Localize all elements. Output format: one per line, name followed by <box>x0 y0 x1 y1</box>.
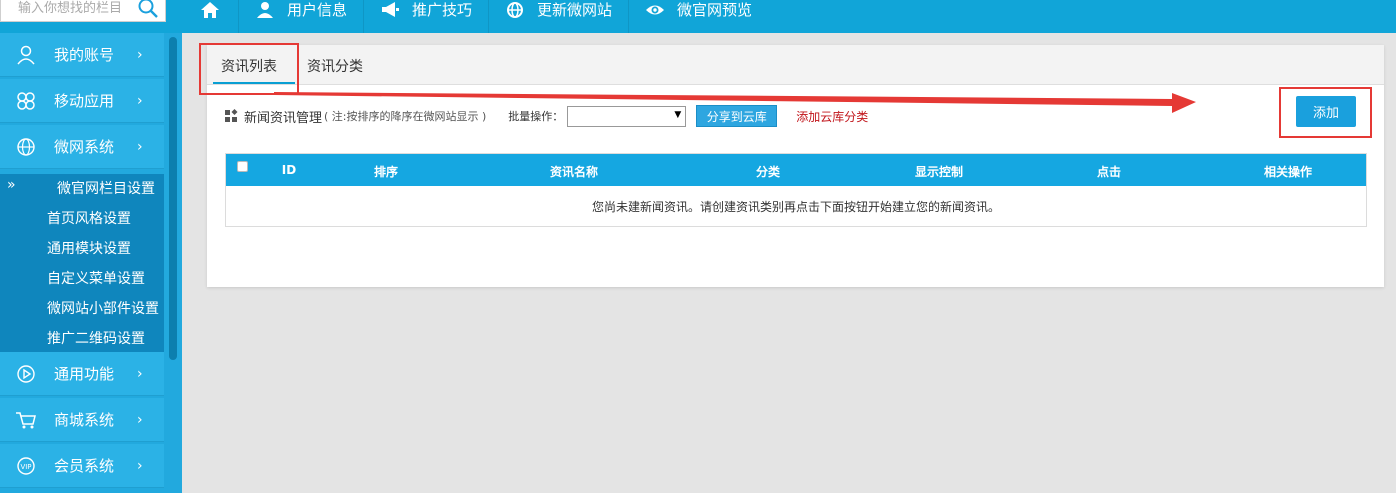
sidebar-item-label: 移动应用 <box>54 92 115 110</box>
sidebar-item-common-functions[interactable]: 通用功能 › <box>0 352 164 396</box>
submenu-item-custom-menu[interactable]: 自定义菜单设置 <box>47 268 145 288</box>
sidebar-submenu: » 微官网栏目设置 首页风格设置 通用模块设置 自定义菜单设置 微网站小部件设置… <box>0 174 164 352</box>
chevron-right-icon: › <box>137 411 143 428</box>
add-cloud-category-link[interactable]: 添加云库分类 <box>796 108 868 125</box>
globe-icon <box>507 1 524 18</box>
section-note: ( 注:按排序的降序在微网站显示 ) <box>324 110 487 123</box>
sidebar-item-label: 会员系统 <box>54 457 115 475</box>
news-table: ID 排序 资讯名称 分类 显示控制 点击 相关操作 您尚未建新闻资讯。请创建资… <box>225 153 1367 227</box>
nav-site-preview[interactable]: 微官网预览 <box>628 0 768 33</box>
column-header-order: 排序 <box>373 165 399 179</box>
empty-message: 您尚未建新闻资讯。请创建资讯类别再点击下面按钮开始建立您的新闻资讯。 <box>591 199 1000 214</box>
double-chevron-icon: » <box>7 177 16 193</box>
chevron-right-icon: › <box>137 365 143 382</box>
top-nav: 用户信息 推广技巧 更新微网站 微官网预览 <box>182 0 768 33</box>
grid-icon <box>225 109 238 122</box>
sidebar-item-label: 微网系统 <box>54 138 115 156</box>
sidebar-item-my-account[interactable]: 我的账号 › <box>0 33 164 77</box>
nav-update-site[interactable]: 更新微网站 <box>488 0 628 33</box>
sidebar-item-shop[interactable]: 商城系统 › <box>0 398 164 442</box>
sidebar-scrollbar[interactable] <box>169 37 177 360</box>
content-panel: 资讯列表 资讯分类 新闻资讯管理 ( 注:按排序的降序在微网站显示 ) 批量操作… <box>207 45 1384 287</box>
nav-label: 微官网预览 <box>677 1 753 19</box>
nav-label: 推广技巧 <box>412 1 473 19</box>
submenu-item-common-modules[interactable]: 通用模块设置 <box>47 238 131 258</box>
apps-icon <box>17 92 35 110</box>
search-icon[interactable] <box>137 0 159 19</box>
nav-home[interactable] <box>182 0 238 33</box>
home-icon <box>201 1 219 18</box>
table-header: ID 排序 资讯名称 分类 显示控制 点击 相关操作 <box>226 154 1366 186</box>
user-icon <box>257 1 273 18</box>
toolbar: 新闻资讯管理 ( 注:按排序的降序在微网站显示 ) 批量操作： 分享到云库 添加… <box>225 105 868 127</box>
play-circle-icon <box>17 365 35 383</box>
column-header-category: 分类 <box>755 165 781 179</box>
chevron-right-icon: › <box>137 138 143 155</box>
user-outline-icon <box>17 45 35 65</box>
submenu-item-qr-code[interactable]: 推广二维码设置 <box>47 328 145 348</box>
section-title: 新闻资讯管理 <box>244 110 323 126</box>
batch-label: 批量操作： <box>508 110 564 123</box>
svg-text:VIP: VIP <box>20 463 31 471</box>
tab-news-category[interactable]: 资讯分类 <box>307 56 363 76</box>
megaphone-icon <box>382 1 400 17</box>
sidebar: 我的账号 › 移动应用 › 微网系统 › » 微官网栏目设置 首页风格设置 通用… <box>0 33 182 493</box>
top-bar: 用户信息 推广技巧 更新微网站 微官网预览 <box>0 0 1396 33</box>
cart-icon <box>16 412 36 429</box>
chevron-right-icon: › <box>137 46 143 63</box>
submenu-item-column-settings[interactable]: 微官网栏目设置 <box>57 178 155 198</box>
column-header-clicks: 点击 <box>1096 165 1122 179</box>
column-header-actions: 相关操作 <box>1263 165 1313 179</box>
chevron-right-icon: › <box>137 92 143 109</box>
eye-icon <box>646 5 665 14</box>
column-header-display: 显示控制 <box>914 165 964 179</box>
column-header-id: ID <box>281 163 297 177</box>
sidebar-item-label: 商城系统 <box>54 411 115 429</box>
batch-select[interactable] <box>567 105 687 127</box>
column-header-name: 资讯名称 <box>549 165 599 179</box>
tab-bar: 资讯列表 资讯分类 <box>207 45 1384 85</box>
select-all-checkbox[interactable] <box>237 161 248 172</box>
sidebar-item-label: 通用功能 <box>54 365 115 383</box>
vip-icon: VIP <box>17 457 35 475</box>
search-input[interactable] <box>1 0 131 21</box>
annotation-box-tab <box>199 43 299 95</box>
sidebar-item-membership[interactable]: VIP 会员系统 › <box>0 444 164 488</box>
nav-promo-tips[interactable]: 推广技巧 <box>363 0 488 33</box>
annotation-box-add <box>1279 87 1372 138</box>
chevron-right-icon: › <box>137 457 143 474</box>
search-box <box>0 0 166 22</box>
nav-user-info[interactable]: 用户信息 <box>238 0 363 33</box>
nav-label: 更新微网站 <box>537 1 613 19</box>
globe-outline-icon <box>17 138 35 156</box>
share-to-cloud-button[interactable]: 分享到云库 <box>696 105 778 127</box>
sidebar-item-mobile-apps[interactable]: 移动应用 › <box>0 79 164 123</box>
sidebar-item-micro-site[interactable]: 微网系统 › <box>0 125 164 169</box>
nav-label: 用户信息 <box>287 1 348 19</box>
submenu-item-widgets[interactable]: 微网站小部件设置 <box>47 298 159 318</box>
sidebar-item-label: 我的账号 <box>54 46 115 64</box>
submenu-item-home-style[interactable]: 首页风格设置 <box>47 208 131 228</box>
